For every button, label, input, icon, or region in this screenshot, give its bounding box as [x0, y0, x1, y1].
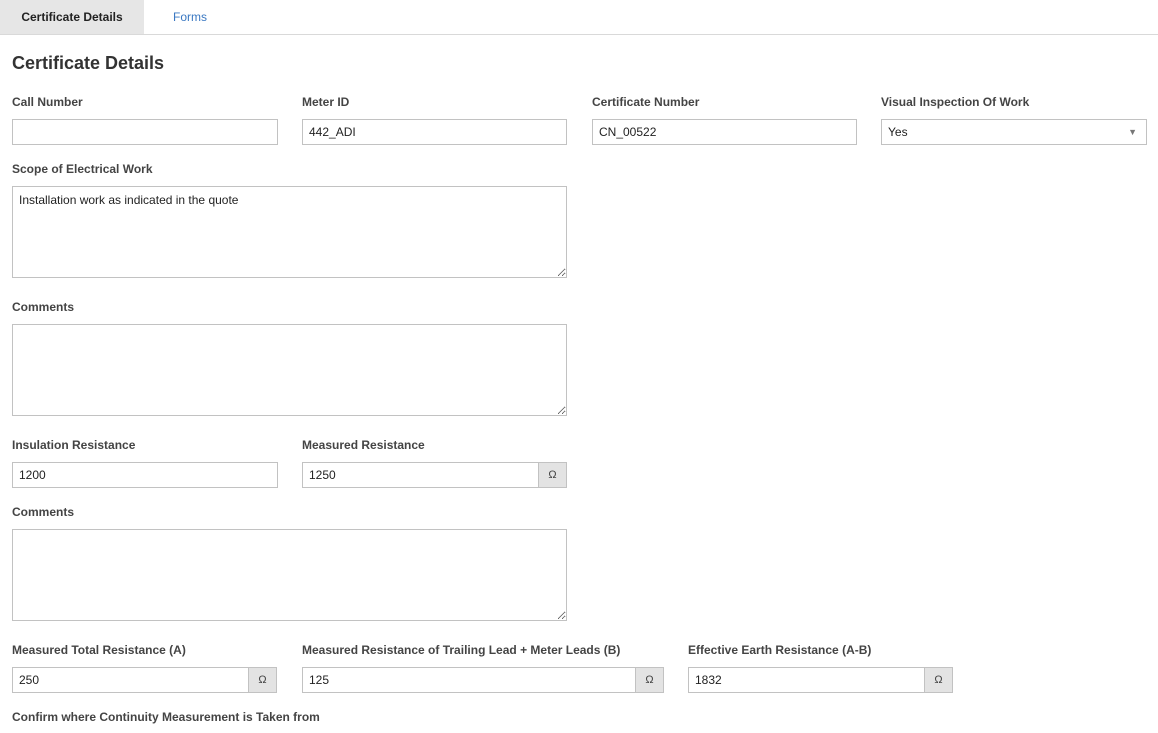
effective-earth-resistance-group: Ω	[688, 667, 953, 693]
scope-textarea[interactable]: Installation work as indicated in the qu…	[12, 186, 567, 278]
insulation-resistance-input[interactable]	[12, 462, 278, 488]
call-number-label: Call Number	[12, 95, 83, 109]
trailing-lead-resistance-label: Measured Resistance of Trailing Lead + M…	[302, 643, 621, 657]
meter-id-label: Meter ID	[302, 95, 350, 109]
comments-textarea[interactable]	[12, 324, 567, 416]
comments-textarea[interactable]	[12, 529, 567, 621]
insulation-resistance-label: Insulation Resistance	[12, 438, 136, 452]
tab-forms[interactable]: Forms	[144, 0, 236, 34]
ohm-unit-addon: Ω	[248, 668, 276, 692]
effective-earth-resistance-label: Effective Earth Resistance (A-B)	[688, 643, 872, 657]
measured-resistance-group: Ω	[302, 462, 567, 488]
measured-total-resistance-group: Ω	[12, 667, 277, 693]
ohm-unit-addon: Ω	[635, 668, 663, 692]
effective-earth-resistance-input[interactable]	[689, 668, 924, 692]
tab-bar: Certificate Details Forms	[0, 0, 1158, 35]
measured-total-resistance-input[interactable]	[13, 668, 248, 692]
measured-total-resistance-label: Measured Total Resistance (A)	[12, 643, 186, 657]
continuity-confirm-label: Confirm where Continuity Measurement is …	[12, 710, 320, 724]
trailing-lead-resistance-input[interactable]	[303, 668, 635, 692]
measured-resistance-input[interactable]	[303, 463, 538, 487]
ohm-unit-addon: Ω	[924, 668, 952, 692]
scope-label: Scope of Electrical Work	[12, 162, 153, 176]
visual-inspection-value: Yes	[888, 125, 908, 139]
comments-label: Comments	[12, 300, 75, 314]
ohm-unit-addon: Ω	[538, 463, 566, 487]
call-number-input[interactable]	[12, 119, 278, 145]
chevron-down-icon: ▼	[1128, 127, 1137, 137]
trailing-lead-resistance-group: Ω	[302, 667, 664, 693]
meter-id-input[interactable]	[302, 119, 567, 145]
certificate-number-label: Certificate Number	[592, 95, 700, 109]
tab-certificate-details[interactable]: Certificate Details	[0, 0, 144, 34]
page-title: Certificate Details	[12, 53, 165, 73]
visual-inspection-label: Visual Inspection Of Work	[881, 95, 1030, 109]
visual-inspection-select[interactable]: Yes ▼	[881, 119, 1147, 145]
certificate-number-input[interactable]	[592, 119, 857, 145]
comments-label: Comments	[12, 505, 75, 519]
measured-resistance-label: Measured Resistance	[302, 438, 425, 452]
